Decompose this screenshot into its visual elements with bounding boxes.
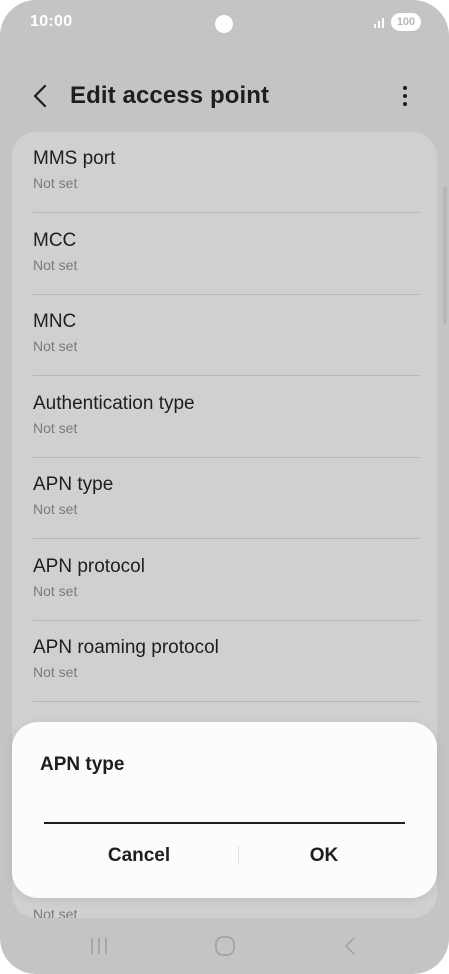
list-item-title: MMS port	[33, 148, 116, 169]
list-item-value: Not set	[33, 664, 78, 680]
status-bar: 10:00 100	[0, 0, 449, 48]
phone-screen: 10:00 100 Edit access point MMS port Not…	[0, 0, 449, 974]
scrollbar[interactable]	[443, 186, 447, 324]
list-item-mcc[interactable]: MCC Not set	[12, 214, 437, 295]
list-item-value: Not set	[33, 419, 78, 436]
home-icon[interactable]	[214, 935, 236, 957]
battery-icon: 100	[391, 13, 421, 31]
signal-icon	[374, 18, 384, 28]
back-chevron-icon[interactable]	[30, 83, 52, 109]
recent-apps-icon[interactable]	[88, 936, 110, 956]
app-header: Edit access point	[0, 70, 449, 122]
list-item-value: Not set	[33, 501, 78, 517]
list-item-apn-type[interactable]: APN type Not set	[12, 458, 437, 539]
camera-cutout	[215, 15, 233, 33]
list-item-title: MNC	[33, 311, 77, 332]
navigation-bar	[0, 918, 449, 974]
list-item-apn-roaming-protocol[interactable]: APN roaming protocol Not set	[12, 621, 437, 702]
list-item-value: Not set	[33, 256, 78, 273]
ok-button[interactable]: OK	[239, 838, 409, 874]
list-item-value: Not set	[33, 582, 78, 599]
apn-type-input[interactable]	[44, 784, 405, 824]
list-item-value: Not set	[33, 175, 78, 191]
nav-back-icon[interactable]	[342, 935, 358, 957]
more-vertical-icon[interactable]	[394, 83, 416, 109]
list-item-title: MCC	[33, 229, 77, 251]
list-item-value: Not set	[33, 906, 78, 918]
cancel-button[interactable]: Cancel	[54, 838, 224, 874]
list-item-value: Not set	[33, 338, 78, 354]
list-item-mnc[interactable]: MNC Not set	[12, 295, 437, 376]
dialog-title: APN type	[40, 754, 125, 775]
list-item-title: APN type	[33, 474, 114, 495]
apn-type-dialog: APN type Cancel OK	[12, 722, 437, 898]
list-item-title: APN protocol	[33, 555, 145, 577]
list-item-mms-port[interactable]: MMS port Not set	[12, 132, 437, 213]
page-title: Edit access point	[70, 82, 270, 109]
list-item-title: Authentication type	[33, 392, 195, 414]
divider	[33, 701, 419, 702]
list-item-title: APN roaming protocol	[33, 637, 219, 658]
list-item-apn-protocol[interactable]: APN protocol Not set	[12, 540, 437, 621]
status-time: 10:00	[30, 13, 73, 30]
list-item-authentication-type[interactable]: Authentication type Not set	[12, 377, 437, 458]
